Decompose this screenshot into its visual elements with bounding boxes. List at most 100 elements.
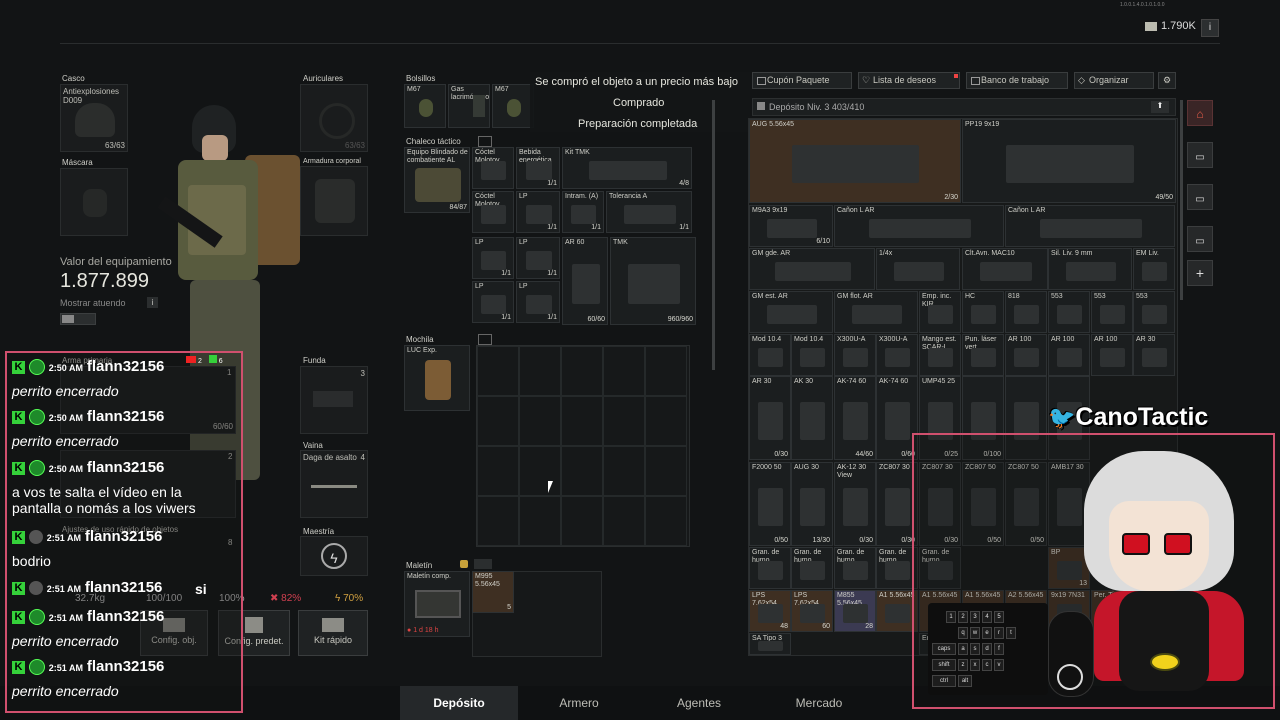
pocket-slot-3[interactable]: M67 — [492, 84, 534, 128]
chaleco-cell[interactable]: Cóctel Molotov — [472, 191, 514, 233]
stash-item[interactable]: GM est. AR — [749, 291, 833, 333]
backpack-grid-cell[interactable] — [519, 346, 561, 396]
stash-item[interactable]: HC — [962, 291, 1004, 333]
backpack-grid-cell[interactable] — [645, 446, 687, 496]
chaleco-cell[interactable]: LP 1/1 — [472, 237, 514, 279]
backpack-grid-cell[interactable] — [561, 496, 603, 546]
tab-organizar[interactable]: ◇ Organizar — [1074, 72, 1154, 89]
stash-item[interactable]: AK-12 30 View 0/30 — [834, 462, 876, 546]
backpack-grid-cell[interactable] — [645, 396, 687, 446]
chaleco-cell[interactable]: AR 60 60/60 — [562, 237, 608, 325]
kit-rapido-button[interactable]: Kit rápido — [298, 610, 368, 656]
stash-item[interactable]: LPS 7.62x5448 — [749, 590, 791, 632]
sidebar-add-button[interactable]: + — [1187, 260, 1213, 286]
stash-item[interactable]: AUG 30 13/30 — [791, 462, 833, 546]
backpack-grid-cell[interactable] — [519, 396, 561, 446]
stash-item[interactable]: Gran. de humo — [749, 547, 791, 589]
stash-item[interactable]: AR 30 0/30 — [749, 376, 791, 460]
sidebar-home-button[interactable]: ⌂ — [1187, 100, 1213, 126]
mask-slot[interactable] — [60, 168, 128, 236]
stash-item[interactable]: 818 — [1005, 291, 1047, 333]
tab-banco-trabajo[interactable]: Banco de trabajo — [966, 72, 1068, 89]
chaleco-cell[interactable]: LP 1/1 — [472, 281, 514, 323]
backpack-grid-cell[interactable] — [645, 346, 687, 396]
case-ammo-slot[interactable]: M995 5.56x45 5 — [472, 571, 514, 613]
backpack-grid-cell[interactable] — [477, 346, 519, 396]
stash-item[interactable]: Mod 10.4 — [749, 334, 791, 376]
backpack-grid-cell[interactable] — [603, 446, 645, 496]
stash-item[interactable]: 553 — [1133, 291, 1175, 333]
stash-item[interactable]: M9A3 9x19 6/10 — [749, 205, 833, 247]
chaleco-cell[interactable]: Cóctel Molotov — [472, 147, 514, 189]
backpack-grid-cell[interactable] — [477, 396, 519, 446]
show-outfit-info[interactable]: i — [147, 297, 158, 308]
stash-item[interactable]: AK 30 — [791, 376, 833, 460]
maletin-pin-icon[interactable] — [474, 559, 492, 569]
chaleco-tag-icon[interactable] — [478, 136, 492, 147]
maletin-item-slot[interactable]: Maletín comp. ● 1 d 18 h — [404, 571, 470, 637]
backpack-grid-cell[interactable] — [561, 346, 603, 396]
stash-item[interactable]: GM flot. AR — [834, 291, 918, 333]
chaleco-cell[interactable]: LP 1/1 — [516, 237, 560, 279]
backpack-grid-cell[interactable] — [603, 496, 645, 546]
stash-item[interactable]: X300U-A — [876, 334, 918, 376]
stash-item[interactable]: Pun. láser vert. — [962, 334, 1004, 376]
backpack-grid-cell[interactable] — [561, 446, 603, 496]
backpack-grid-cell[interactable] — [603, 396, 645, 446]
chaleco-cell[interactable]: TMK 960/960 — [610, 237, 696, 325]
headset-slot[interactable]: 63/63 — [300, 84, 368, 152]
pocket-slot-2[interactable]: Gas lacrimógeno — [448, 84, 490, 128]
mochila-item-slot[interactable]: LUC Exp. — [404, 345, 470, 411]
info-button[interactable]: i — [1201, 19, 1219, 37]
stash-scrollbar[interactable] — [1180, 100, 1183, 300]
stash-item[interactable]: Mango est. SCAR-L — [919, 334, 961, 376]
stash-item[interactable]: M855 5.56x4528 — [834, 590, 876, 632]
holster-slot[interactable]: 3 — [300, 366, 368, 434]
tab-armero[interactable]: Armero — [520, 686, 638, 720]
chaleco-cell[interactable]: Kit TMK 4/8 — [562, 147, 692, 189]
sidebar-container-2[interactable]: ▭ — [1187, 184, 1213, 210]
backpack-grid-cell[interactable] — [519, 496, 561, 546]
stash-item[interactable]: 553 — [1091, 291, 1133, 333]
chaleco-cell[interactable]: Bebida energética1/1 — [516, 147, 560, 189]
backpack-grid-cell[interactable] — [561, 396, 603, 446]
tab-cupon-paquete[interactable]: Cupón Paquete — [752, 72, 852, 89]
tab-deposito[interactable]: Depósito — [400, 686, 518, 720]
backpack-grid-cell[interactable] — [519, 446, 561, 496]
stash-item[interactable]: X300U-A — [834, 334, 876, 376]
stash-item[interactable]: SA Tipo 3 — [749, 633, 791, 655]
sidebar-container-1[interactable]: ▭ — [1187, 142, 1213, 168]
stash-item[interactable]: AUG 5.56x45 2/30 — [749, 119, 961, 203]
upgrade-icon[interactable]: ⬆ — [1151, 101, 1169, 113]
stash-item[interactable]: 1/4x — [876, 248, 960, 290]
backpack-grid-cell[interactable] — [477, 496, 519, 546]
scabbard-slot[interactable]: Daga de asalto 4 — [300, 450, 368, 518]
chaleco-cell[interactable]: LP 1/1 — [516, 281, 560, 323]
backpack-grid-cell[interactable] — [645, 496, 687, 546]
stash-item[interactable]: GM gde. AR — [749, 248, 875, 290]
stash-item[interactable]: Mod 10.4 — [791, 334, 833, 376]
chaleco-cell[interactable]: Intram. (A) 1/1 — [562, 191, 604, 233]
armor-slot[interactable] — [300, 166, 368, 236]
stash-item[interactable]: AR 100 — [1005, 334, 1047, 376]
stash-item[interactable]: Cañon L AR — [1005, 205, 1175, 247]
chaleco-item-slot[interactable]: Equipo Blindado de combatiente AL 84/87 — [404, 147, 470, 213]
settings-button[interactable]: ⚙ — [1158, 72, 1176, 89]
stash-item[interactable]: AR 100 — [1091, 334, 1133, 376]
stash-item[interactable]: AK-74 60 44/60 — [834, 376, 876, 460]
sidebar-container-3[interactable]: ▭ — [1187, 226, 1213, 252]
stash-item[interactable]: Clt.Avn. MAC10 — [962, 248, 1048, 290]
stash-item[interactable]: F2000 50 0/50 — [749, 462, 791, 546]
stash-item[interactable]: AR 100 — [1048, 334, 1090, 376]
chaleco-cell[interactable]: LP 1/1 — [516, 191, 560, 233]
chaleco-cell[interactable]: Tolerancia A 1/1 — [606, 191, 692, 233]
pocket-slot-1[interactable]: M67 — [404, 84, 446, 128]
stash-item[interactable]: Sil. Liv. 9 mm — [1048, 248, 1132, 290]
tab-mercado[interactable]: Mercado — [760, 686, 878, 720]
stash-item[interactable]: 553 — [1048, 291, 1090, 333]
middle-scrollbar[interactable] — [712, 100, 715, 370]
stash-item[interactable]: EM Liv. — [1133, 248, 1175, 290]
stash-item[interactable]: AR 30 — [1133, 334, 1175, 376]
stash-item[interactable]: Emp. inc. KIR — [919, 291, 961, 333]
show-outfit-toggle[interactable] — [60, 313, 96, 325]
